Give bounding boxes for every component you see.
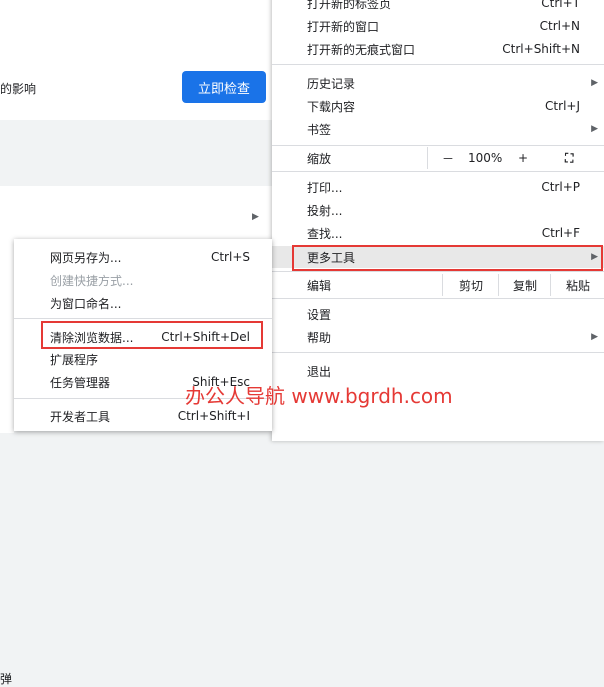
menu-zoom-row: 缩放 － 100% + ⛶ bbox=[272, 147, 604, 169]
menu-bookmarks-label: 书签 bbox=[307, 122, 332, 137]
chevron-right-icon: ▶ bbox=[591, 124, 598, 134]
menu-separator bbox=[272, 271, 604, 272]
submenu-devtools-label: 开发者工具 bbox=[50, 409, 111, 424]
menu-cast-label: 投射... bbox=[307, 203, 343, 218]
partial-label: 弹 bbox=[0, 672, 13, 686]
menu-settings[interactable]: 设置 bbox=[272, 303, 604, 325]
menu-separator bbox=[272, 171, 604, 172]
check-now-button[interactable]: 立即检查 bbox=[182, 71, 266, 103]
menu-settings-label: 设置 bbox=[307, 307, 332, 322]
menu-help-label: 帮助 bbox=[307, 330, 332, 345]
menu-find[interactable]: 查找... Ctrl+F bbox=[272, 222, 604, 244]
copy-button[interactable]: 复制 bbox=[498, 274, 551, 296]
menu-new-window-label: 打开新的窗口 bbox=[307, 19, 380, 34]
menu-separator bbox=[272, 352, 604, 353]
menu-print-label: 打印... bbox=[307, 180, 343, 195]
chevron-right-icon: ▶ bbox=[591, 78, 598, 88]
chevron-right-icon: ▶ bbox=[591, 332, 598, 342]
submenu-separator bbox=[14, 318, 272, 319]
submenu-save-page-label: 网页另存为... bbox=[50, 250, 122, 265]
submenu-name-window[interactable]: 为窗口命名... bbox=[14, 292, 272, 314]
menu-new-tab[interactable]: 打开新的标签页 Ctrl+T bbox=[272, 0, 604, 14]
submenu-extensions[interactable]: 扩展程序 bbox=[14, 348, 272, 370]
chrome-main-menu: 打开新的标签页 Ctrl+T 打开新的窗口 Ctrl+N 打开新的无痕式窗口 C… bbox=[272, 0, 604, 441]
menu-history-label: 历史记录 bbox=[307, 76, 356, 91]
menu-downloads-shortcut: Ctrl+J bbox=[545, 99, 580, 113]
menu-help[interactable]: 帮助 ▶ bbox=[272, 326, 604, 348]
menu-edit-label: 编辑 bbox=[307, 278, 332, 293]
submenu-save-page-shortcut: Ctrl+S bbox=[210, 250, 250, 264]
menu-new-tab-label: 打开新的标签页 bbox=[307, 0, 392, 11]
submenu-save-page[interactable]: 网页另存为... Ctrl+S bbox=[14, 246, 272, 268]
menu-cast[interactable]: 投射... bbox=[272, 199, 604, 221]
watermark-text: 办公人导航 www.bgrdh.com bbox=[185, 384, 453, 408]
menu-downloads-label: 下载内容 bbox=[307, 99, 356, 114]
menu-exit[interactable]: 退出 bbox=[272, 360, 604, 382]
highlight-clear-data bbox=[41, 321, 263, 349]
submenu-task-manager-label: 任务管理器 bbox=[50, 375, 111, 390]
menu-find-shortcut: Ctrl+F bbox=[541, 226, 580, 240]
menu-separator bbox=[272, 145, 604, 146]
menu-separator bbox=[272, 64, 604, 65]
menu-incognito[interactable]: 打开新的无痕式窗口 Ctrl+Shift+N bbox=[272, 38, 604, 60]
fullscreen-icon[interactable]: ⛶ bbox=[565, 147, 573, 169]
settings-card-top bbox=[0, 0, 272, 56]
menu-incognito-label: 打开新的无痕式窗口 bbox=[307, 42, 416, 57]
menu-exit-label: 退出 bbox=[307, 364, 332, 379]
menu-new-window-shortcut: Ctrl+N bbox=[539, 19, 580, 33]
menu-bookmarks[interactable]: 书签 ▶ bbox=[272, 118, 604, 140]
submenu-devtools-shortcut: Ctrl+Shift+I bbox=[177, 409, 250, 423]
menu-history[interactable]: 历史记录 ▶ bbox=[272, 72, 604, 94]
menu-separator bbox=[272, 298, 604, 299]
cut-button[interactable]: 剪切 bbox=[442, 274, 499, 296]
safety-check-text: 的影响 bbox=[0, 82, 37, 96]
zoom-divider bbox=[427, 147, 428, 169]
highlight-more-tools bbox=[292, 245, 603, 271]
submenu-create-shortcut-label: 创建快捷方式... bbox=[50, 273, 134, 288]
menu-print-shortcut: Ctrl+P bbox=[541, 180, 580, 194]
menu-new-window[interactable]: 打开新的窗口 Ctrl+N bbox=[272, 15, 604, 37]
menu-zoom-label: 缩放 bbox=[307, 151, 332, 166]
menu-print[interactable]: 打印... Ctrl+P bbox=[272, 176, 604, 198]
submenu-create-shortcut: 创建快捷方式... bbox=[14, 269, 272, 291]
menu-new-tab-shortcut: Ctrl+T bbox=[541, 0, 580, 10]
submenu-name-window-label: 为窗口命名... bbox=[50, 296, 122, 311]
menu-edit-row: 编辑 剪切 复制 粘贴 bbox=[272, 274, 604, 296]
paste-button[interactable]: 粘贴 bbox=[550, 274, 604, 296]
menu-find-label: 查找... bbox=[307, 226, 343, 241]
menu-incognito-shortcut: Ctrl+Shift+N bbox=[502, 42, 580, 56]
zoom-out-button[interactable]: － bbox=[442, 147, 454, 169]
menu-downloads[interactable]: 下载内容 Ctrl+J bbox=[272, 95, 604, 117]
settings-card-bottom: 弹 bbox=[0, 256, 14, 686]
zoom-in-button[interactable]: + bbox=[518, 147, 528, 169]
chevron-right-icon: ▶ bbox=[252, 212, 259, 222]
submenu-extensions-label: 扩展程序 bbox=[50, 352, 99, 367]
zoom-level: 100% bbox=[468, 151, 503, 165]
